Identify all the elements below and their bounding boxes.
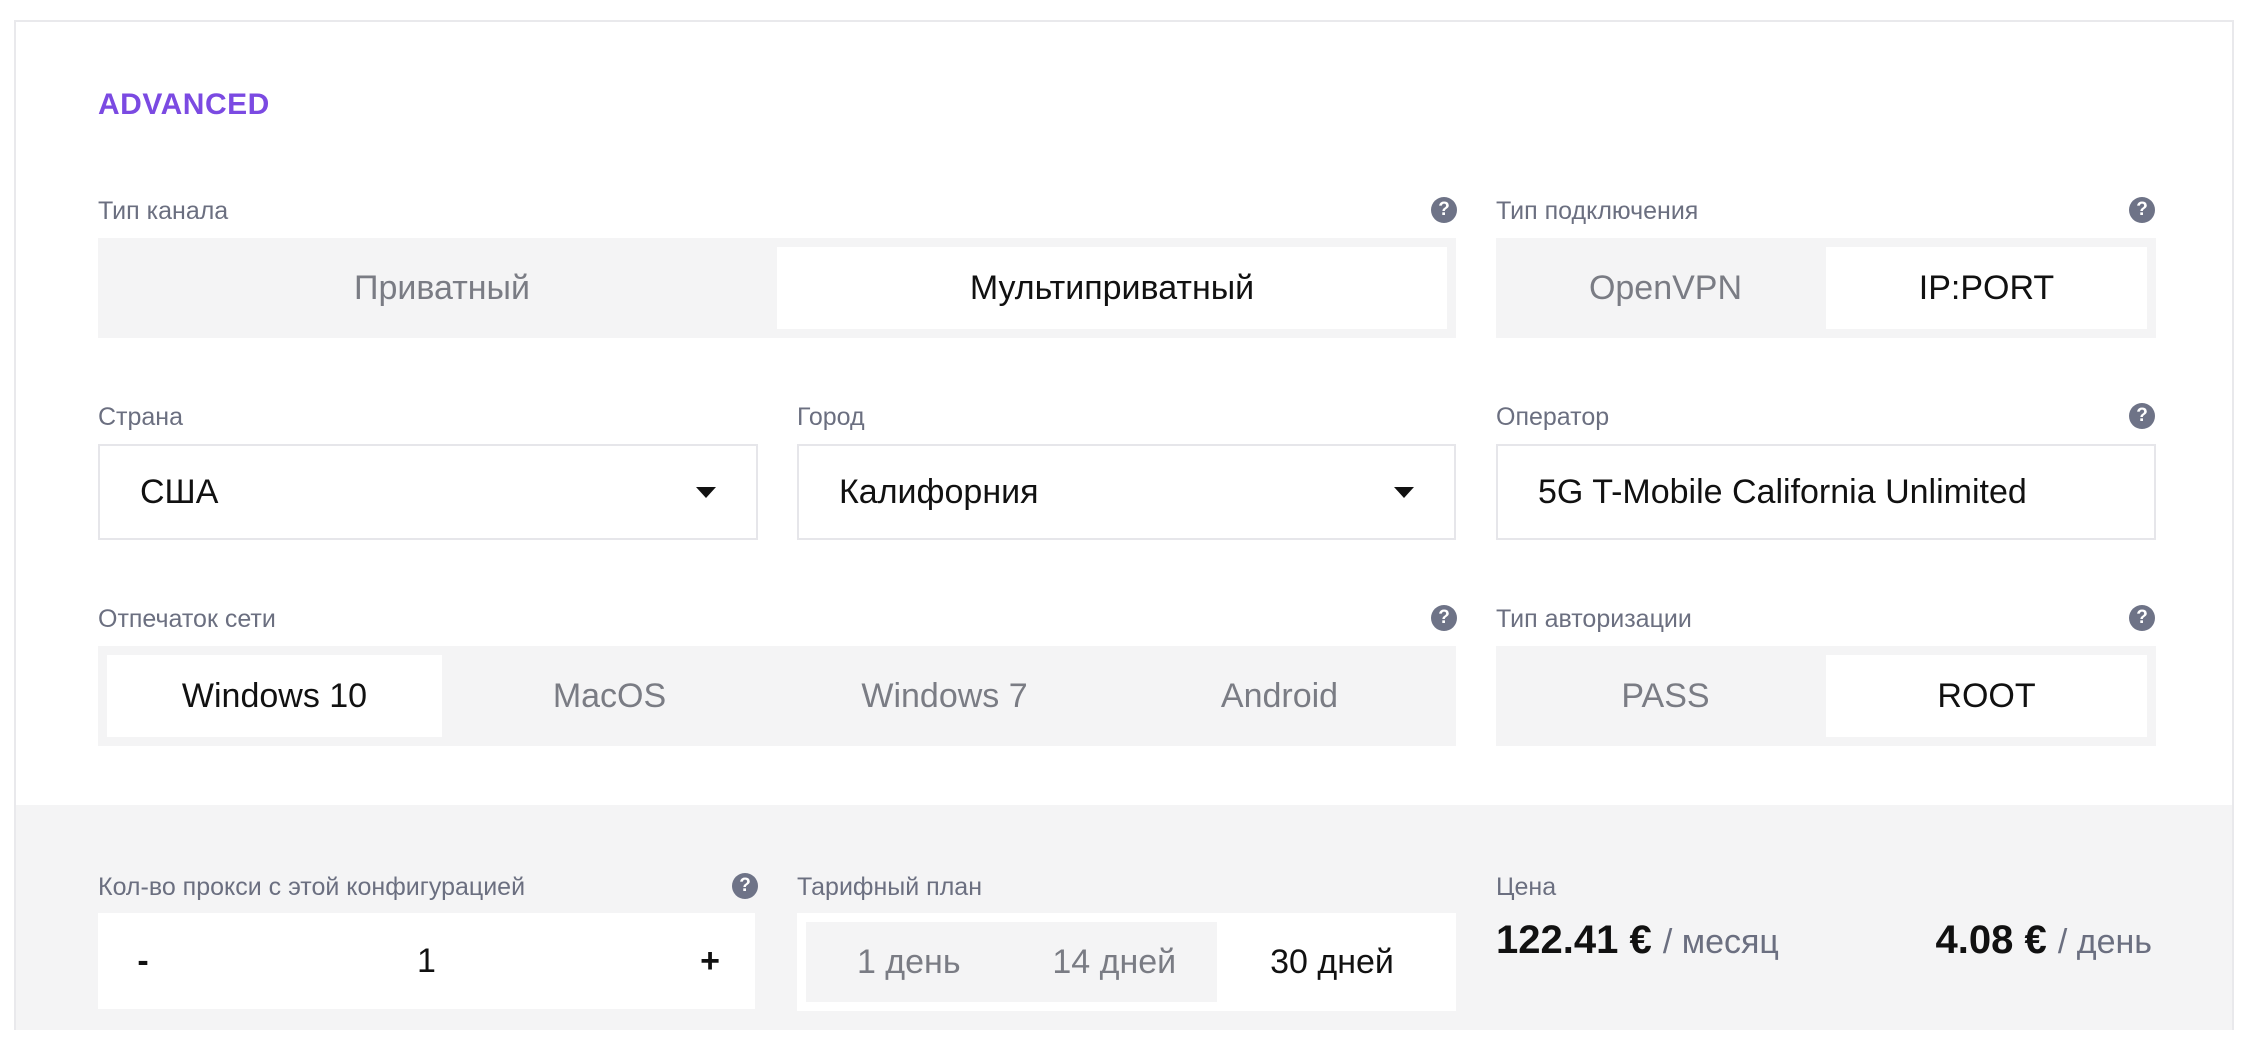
auth-option-pass[interactable]: PASS bbox=[1505, 655, 1826, 737]
auth-option-root[interactable]: ROOT bbox=[1826, 655, 2147, 737]
monthly-price-amount: 122.41 € bbox=[1496, 918, 1652, 962]
country-value: США bbox=[140, 472, 219, 511]
operator-value: 5G T-Mobile California Unlimited bbox=[1538, 472, 2027, 511]
daily-price-amount: 4.08 € bbox=[1935, 918, 2047, 962]
quantity-value[interactable]: 1 bbox=[158, 942, 695, 981]
auth-type-label: Тип авторизации bbox=[1496, 605, 1692, 633]
advanced-config-card: ADVANCED Тип канала ? Приватный Мультипр… bbox=[14, 20, 2234, 1030]
monthly-price-unit: / месяц bbox=[1662, 923, 1779, 961]
channel-option-multiprivate[interactable]: Мультиприватный bbox=[777, 247, 1447, 329]
fingerprint-option-windows7[interactable]: Windows 7 bbox=[777, 655, 1112, 737]
city-label: Город bbox=[797, 403, 865, 431]
channel-type-selector: Приватный Мультиприватный bbox=[98, 238, 1456, 338]
price-label: Цена bbox=[1496, 873, 1557, 901]
city-value: Калифорния bbox=[839, 472, 1039, 511]
channel-type-label: Тип канала bbox=[98, 197, 229, 225]
daily-price: 4.08 € / день bbox=[1936, 918, 2152, 963]
plan-option-1-day[interactable]: 1 день bbox=[806, 922, 1012, 1002]
country-label: Страна bbox=[98, 403, 184, 431]
plan-label: Тарифный план bbox=[797, 873, 983, 901]
quantity-label: Кол-во прокси с этой конфигурацией bbox=[98, 873, 526, 901]
country-select[interactable]: США bbox=[98, 444, 758, 540]
fingerprint-option-android[interactable]: Android bbox=[1112, 655, 1447, 737]
quantity-stepper: - 1 + bbox=[98, 913, 755, 1009]
channel-type-help-icon[interactable]: ? bbox=[1431, 197, 1457, 223]
quantity-help-icon[interactable]: ? bbox=[732, 873, 758, 899]
quantity-increment-button[interactable]: + bbox=[695, 942, 725, 981]
channel-option-private[interactable]: Приватный bbox=[107, 247, 777, 329]
city-select[interactable]: Калифорния bbox=[797, 444, 1456, 540]
caret-down-icon bbox=[696, 486, 716, 498]
monthly-price: 122.41 € / месяц bbox=[1496, 918, 1779, 963]
caret-down-icon bbox=[1394, 486, 1414, 498]
plan-option-14-days[interactable]: 14 дней bbox=[1012, 922, 1218, 1002]
operator-label: Оператор bbox=[1496, 403, 1610, 431]
operator-field[interactable]: 5G T-Mobile California Unlimited bbox=[1496, 444, 2156, 540]
fingerprint-help-icon[interactable]: ? bbox=[1431, 605, 1457, 631]
fingerprint-option-macos[interactable]: MacOS bbox=[442, 655, 777, 737]
connection-type-help-icon[interactable]: ? bbox=[2129, 197, 2155, 223]
connection-option-openvpn[interactable]: OpenVPN bbox=[1505, 247, 1826, 329]
order-summary-panel: Кол-во прокси с этой конфигурацией ? - 1… bbox=[16, 805, 2232, 1030]
fingerprint-selector: Windows 10 MacOS Windows 7 Android bbox=[98, 646, 1456, 746]
auth-type-selector: PASS ROOT bbox=[1496, 646, 2156, 746]
fingerprint-option-windows10[interactable]: Windows 10 bbox=[107, 655, 442, 737]
operator-help-icon[interactable]: ? bbox=[2129, 403, 2155, 429]
connection-option-ipport[interactable]: IP:PORT bbox=[1826, 247, 2147, 329]
daily-price-unit: / день bbox=[2057, 923, 2152, 961]
plan-unselected-group: 1 день 14 дней bbox=[806, 922, 1217, 1002]
section-title: ADVANCED bbox=[98, 88, 270, 121]
connection-type-label: Тип подключения bbox=[1496, 197, 1699, 225]
plan-option-30-days[interactable]: 30 дней bbox=[1217, 922, 1447, 1002]
auth-type-help-icon[interactable]: ? bbox=[2129, 605, 2155, 631]
connection-type-selector: OpenVPN IP:PORT bbox=[1496, 238, 2156, 338]
quantity-decrement-button[interactable]: - bbox=[128, 942, 158, 981]
fingerprint-label: Отпечаток сети bbox=[98, 605, 276, 633]
plan-selector: 1 день 14 дней 30 дней bbox=[797, 913, 1456, 1011]
